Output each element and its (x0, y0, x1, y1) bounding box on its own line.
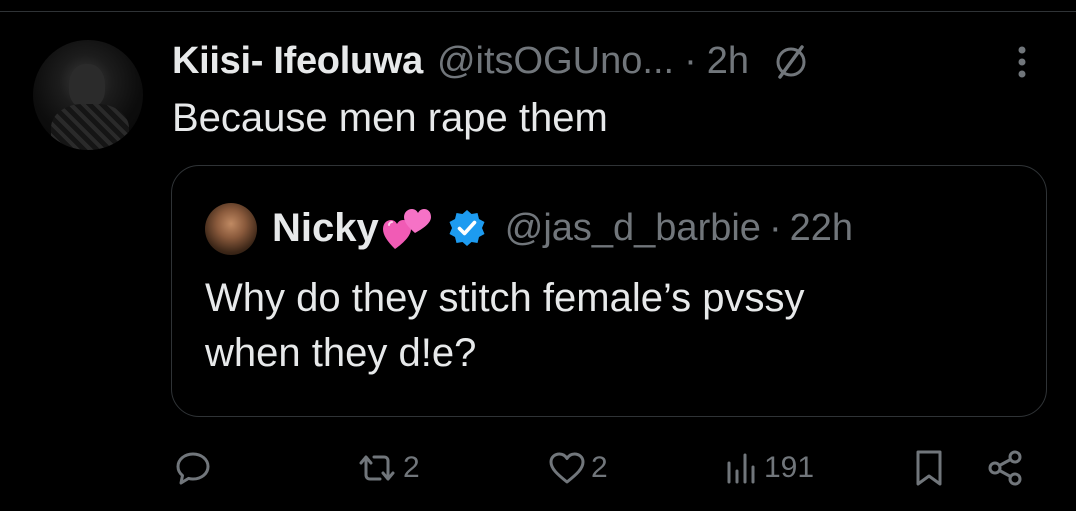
repost-icon (355, 449, 399, 487)
share-button[interactable] (985, 440, 1025, 496)
verified-badge-icon[interactable] (447, 208, 487, 248)
author-avatar[interactable] (33, 40, 143, 150)
avatar-body (51, 104, 129, 150)
share-icon (985, 448, 1025, 488)
tweet-header: Kiisi- Ifeoluwa @itsOGUno... · 2h (172, 38, 811, 84)
quoted-tweet-text: Why do they stitch female’s pvssy when t… (205, 271, 1025, 381)
views-bar-icon (724, 449, 760, 487)
repost-button[interactable]: 2 (355, 440, 420, 496)
reply-button[interactable] (174, 440, 216, 496)
tweet-time[interactable]: 2h (707, 40, 749, 83)
quoted-author-name[interactable]: Nicky (272, 206, 379, 251)
quoted-author-avatar[interactable] (205, 203, 257, 255)
two-hearts-emoji-icon (381, 205, 433, 251)
grok-slash-icon[interactable] (771, 41, 811, 81)
quoted-tweet-card[interactable]: Nicky @jas_d_barbie · 22h Why do they st… (171, 165, 1047, 417)
tweet-text: Because men rape them (172, 96, 608, 140)
action-bar: 2 2 191 (0, 440, 1076, 496)
bookmark-icon (913, 448, 945, 488)
like-button[interactable]: 2 (547, 440, 608, 496)
header-separator: · (684, 39, 697, 82)
repost-count: 2 (403, 451, 420, 484)
author-name[interactable]: Kiisi- Ifeoluwa (172, 40, 423, 83)
views-button[interactable]: 191 (724, 440, 814, 496)
avatar-face (69, 64, 105, 108)
quoted-header-separator: · (768, 206, 782, 249)
reply-icon (174, 449, 212, 487)
quoted-tweet-header: Nicky @jas_d_barbie · 22h (272, 202, 853, 254)
heart-icon (547, 449, 587, 487)
like-count: 2 (591, 451, 608, 484)
author-handle[interactable]: @itsOGUno... (437, 40, 674, 83)
quoted-text-line-2: when they d!e? (205, 331, 477, 375)
top-divider (0, 11, 1076, 12)
more-vertical-icon[interactable] (1010, 44, 1034, 80)
quoted-author-handle[interactable]: @jas_d_barbie (505, 207, 761, 250)
quoted-tweet-time[interactable]: 22h (790, 207, 853, 250)
bookmark-button[interactable] (913, 440, 945, 496)
views-count: 191 (764, 451, 815, 484)
quoted-text-line-1: Why do they stitch female’s pvssy (205, 276, 805, 320)
